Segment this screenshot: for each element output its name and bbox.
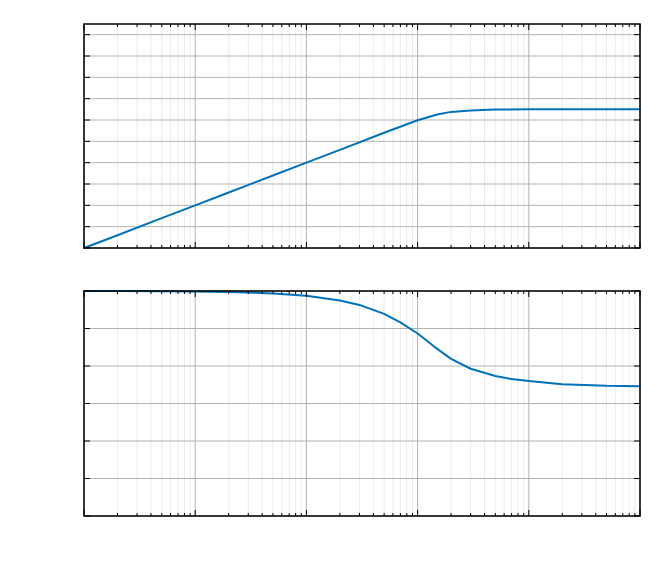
svg-rect-0: [84, 24, 640, 248]
